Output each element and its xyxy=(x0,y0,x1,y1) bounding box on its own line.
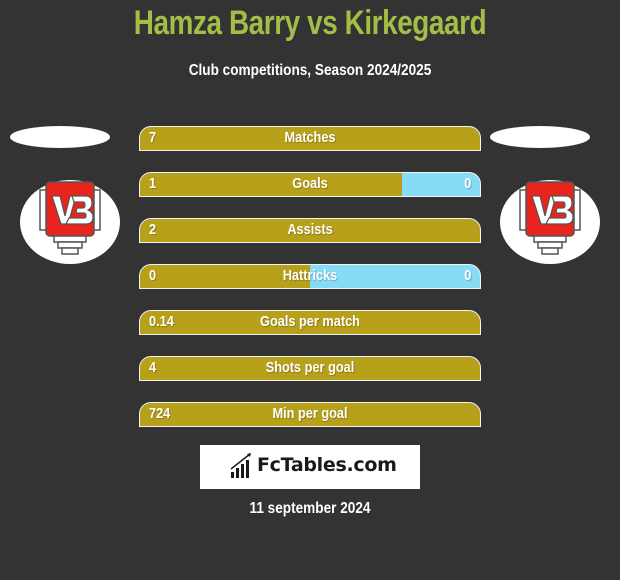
stat-row-matches[interactable]: 7 Matches xyxy=(139,126,481,151)
page-title: Hamza Barry vs Kirkegaard xyxy=(133,4,487,42)
right-value: 0 xyxy=(463,175,471,192)
stat-row-assists[interactable]: 2 Assists xyxy=(139,218,481,243)
stat-label: Goals xyxy=(292,175,328,192)
brand-name: FcTables.com xyxy=(257,454,397,476)
vejle-boldklub-crest-icon xyxy=(39,181,101,255)
bar-chart-icon xyxy=(230,453,251,478)
left-club-logo[interactable] xyxy=(20,180,120,264)
stat-row-min-per-goal[interactable]: 724 Min per goal xyxy=(139,402,481,427)
vejle-boldklub-crest-icon xyxy=(519,181,581,255)
left-value: 2 xyxy=(149,221,157,238)
right-club-logo[interactable] xyxy=(500,180,600,264)
stat-label: Min per goal xyxy=(272,405,348,422)
stat-row-hattricks[interactable]: 0 Hattricks 0 xyxy=(139,264,481,289)
stat-row-goals-per-match[interactable]: 0.14 Goals per match xyxy=(139,310,481,335)
fctables-brand-link[interactable]: FcTables.com xyxy=(200,445,420,489)
stat-label: Goals per match xyxy=(260,313,360,330)
stat-row-shots-per-goal[interactable]: 4 Shots per goal xyxy=(139,356,481,381)
date-label: 11 september 2024 xyxy=(249,500,371,517)
stat-label: Matches xyxy=(284,129,336,146)
left-value: 7 xyxy=(149,129,157,146)
left-value: 4 xyxy=(149,359,157,376)
stat-label: Assists xyxy=(287,221,333,238)
stat-label: Hattricks xyxy=(282,267,338,284)
competition-subtitle: Club competitions, Season 2024/2025 xyxy=(188,62,432,79)
left-value: 1 xyxy=(149,175,157,192)
stat-row-goals[interactable]: 1 Goals 0 xyxy=(139,172,481,197)
right-value: 0 xyxy=(463,267,471,284)
left-value: 0 xyxy=(149,267,157,284)
right-player-placeholder xyxy=(490,126,590,148)
stat-label: Shots per goal xyxy=(265,359,355,376)
left-player-placeholder xyxy=(10,126,110,148)
